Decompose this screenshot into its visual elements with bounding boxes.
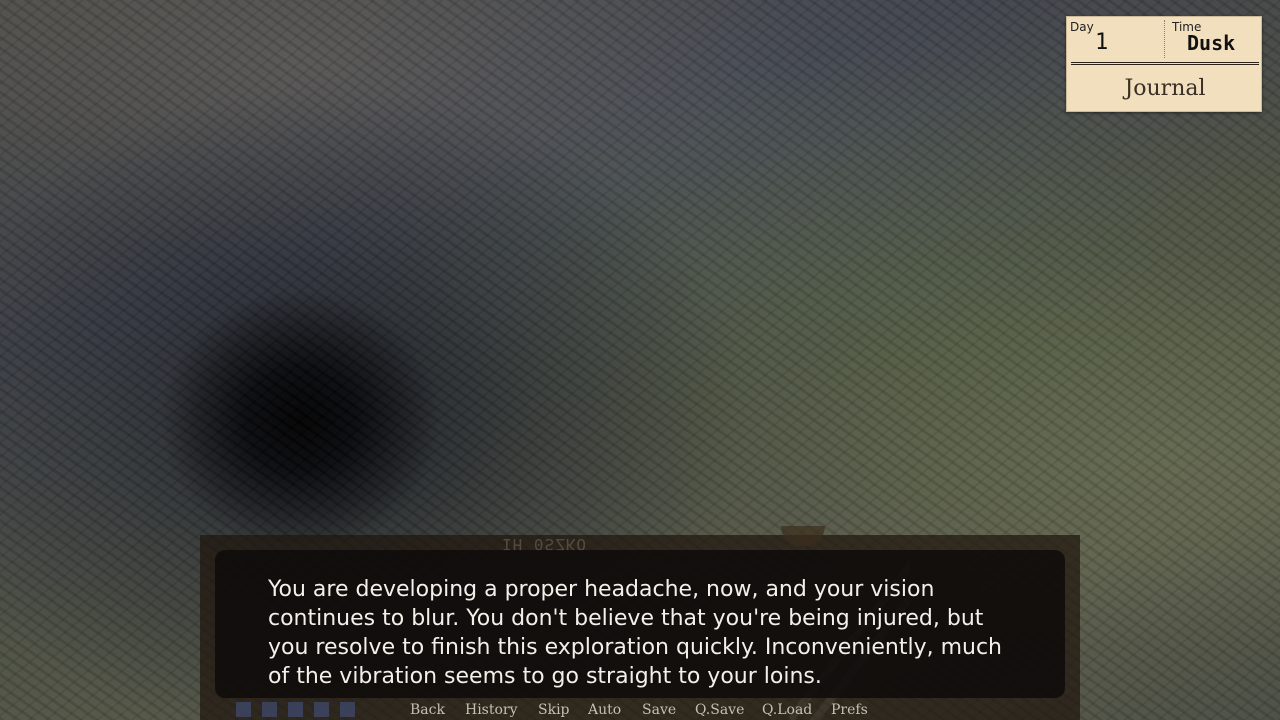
indicator-square bbox=[262, 702, 277, 717]
indicator-square bbox=[314, 702, 329, 717]
quick-menu-save[interactable]: Save bbox=[642, 702, 676, 718]
quick-menu-skip[interactable]: Skip bbox=[538, 702, 570, 718]
day-value: 1 bbox=[1095, 30, 1109, 55]
indicator-square bbox=[340, 702, 355, 717]
quick-menu-auto[interactable]: Auto bbox=[588, 702, 621, 718]
quick-menu-prefs[interactable]: Prefs bbox=[831, 702, 868, 718]
day-time-row: Day 1 Time Dusk bbox=[1067, 17, 1263, 61]
time-value: Dusk bbox=[1187, 31, 1236, 55]
day-label: Day bbox=[1070, 20, 1094, 34]
dialogue-text: You are developing a proper headache, no… bbox=[268, 577, 1003, 689]
day-cell: Day 1 bbox=[1067, 17, 1163, 61]
divider bbox=[1071, 62, 1259, 65]
time-cell: Time Dusk bbox=[1164, 20, 1264, 58]
journal-button[interactable]: Journal bbox=[1067, 69, 1263, 109]
status-panel: Day 1 Time Dusk Journal bbox=[1066, 16, 1262, 112]
quick-menu-qload[interactable]: Q.Load bbox=[762, 702, 812, 718]
indicator-square bbox=[288, 702, 303, 717]
quick-menu-back[interactable]: Back bbox=[410, 702, 445, 718]
indicator-square bbox=[236, 702, 251, 717]
quick-menu-qsave[interactable]: Q.Save bbox=[695, 702, 744, 718]
quick-menu-history[interactable]: History bbox=[465, 702, 518, 718]
